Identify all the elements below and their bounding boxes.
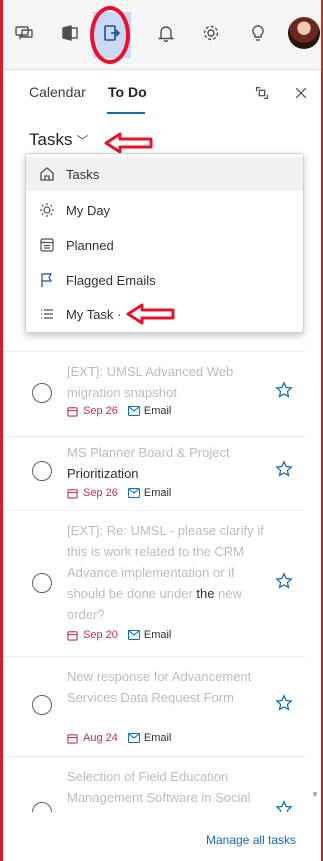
mail-icon: [127, 488, 140, 498]
complete-checkbox[interactable]: [32, 573, 52, 593]
scroll-down-icon[interactable]: ▼: [311, 790, 319, 799]
manage-all-tasks-link[interactable]: Manage all tasks: [206, 833, 296, 847]
mail-icon: [127, 630, 140, 640]
task-item[interactable]: MS Planner Board & Project Prioritizatio…: [3, 437, 305, 511]
close-icon[interactable]: [290, 82, 312, 104]
annotation-circle: [90, 6, 130, 64]
active-tab-underline: [107, 112, 145, 114]
calendar-icon: [67, 406, 78, 417]
due-date: Sep 26: [67, 487, 118, 499]
task-title: [EXT]: UMSL Advanced Web migration snaps…: [67, 364, 234, 400]
star-icon[interactable]: [275, 381, 293, 399]
annotation-arrow: [126, 303, 175, 325]
dropdown-item-label: My Task ·: [66, 306, 122, 322]
star-icon[interactable]: [275, 694, 293, 712]
star-icon[interactable]: [275, 460, 293, 478]
bell-icon[interactable]: [153, 20, 179, 46]
due-date: Sep 26: [67, 405, 118, 417]
dropdown-item-flagged-emails[interactable]: Flagged Emails: [26, 263, 303, 297]
calendar-grid-icon: [38, 236, 56, 254]
complete-checkbox[interactable]: [32, 461, 52, 481]
task-item[interactable]: [EXT]: Re: UMSL - please clarify if this…: [3, 511, 305, 657]
dropdown-item-planned[interactable]: Planned: [26, 228, 303, 262]
dropdown-item-label: Tasks: [66, 166, 100, 182]
lightbulb-icon[interactable]: [245, 20, 271, 46]
task-title: [EXT]: Re: UMSL - please clarify if this…: [67, 523, 264, 622]
gear-icon[interactable]: [198, 20, 224, 46]
flag-icon: [38, 271, 56, 289]
task-item[interactable]: Selection of Field Education Management …: [3, 757, 305, 812]
list-selector-label: Tasks: [29, 130, 73, 149]
chat-icon[interactable]: [11, 20, 37, 46]
calendar-icon: [67, 733, 78, 744]
task-item[interactable]: New response for Advancement Services Da…: [3, 657, 305, 757]
calendar-icon: [67, 488, 78, 499]
task-title: MS Planner Board & Project Prioritizatio…: [67, 445, 230, 481]
list-selector[interactable]: Tasks ﹀: [29, 130, 88, 150]
complete-checkbox[interactable]: [32, 695, 52, 715]
panel-tabs: Calendar To Do: [3, 70, 321, 125]
avatar[interactable]: [288, 17, 320, 49]
complete-checkbox[interactable]: [32, 383, 52, 403]
calendar-icon: [67, 630, 78, 641]
task-meta: Sep 20 Email: [67, 629, 171, 641]
sun-icon: [38, 201, 56, 219]
tab-todo[interactable]: To Do: [108, 84, 147, 100]
source-email: Email: [127, 405, 171, 417]
chevron-down-icon: ﹀: [76, 133, 89, 148]
source-email: Email: [127, 629, 171, 641]
home-icon: [38, 165, 56, 183]
task-meta: Sep 26 Email: [67, 405, 171, 417]
tab-calendar[interactable]: Calendar: [29, 84, 86, 100]
expand-icon[interactable]: [251, 82, 273, 104]
mail-icon: [127, 733, 140, 743]
source-email: Email: [127, 487, 171, 499]
mail-icon: [127, 406, 140, 416]
complete-checkbox[interactable]: [32, 802, 52, 812]
dropdown-item-my-day[interactable]: My Day: [26, 193, 303, 227]
star-icon[interactable]: [275, 572, 293, 590]
star-icon[interactable]: [275, 800, 293, 812]
task-item[interactable]: [EXT]: UMSL Advanced Web migration snaps…: [3, 352, 305, 437]
task-title: Selection of Field Education Management …: [67, 769, 251, 805]
due-date: Sep 20: [67, 629, 118, 641]
task-title: New response for Advancement Services Da…: [67, 669, 252, 705]
list-icon: [38, 305, 56, 323]
top-toolbar: [3, 0, 321, 70]
task-meta: Sep 26 Email: [67, 487, 171, 499]
due-date: Aug 24: [67, 732, 118, 744]
dropdown-item-tasks[interactable]: Tasks: [26, 157, 303, 191]
office-icon[interactable]: [57, 20, 83, 46]
task-meta: Aug 24 Email: [67, 732, 171, 744]
dropdown-item-label: Planned: [66, 237, 114, 253]
annotation-arrow: [104, 132, 153, 154]
dropdown-item-label: Flagged Emails: [66, 272, 156, 288]
source-email: Email: [127, 732, 171, 744]
dropdown-item-label: My Day: [66, 202, 111, 218]
